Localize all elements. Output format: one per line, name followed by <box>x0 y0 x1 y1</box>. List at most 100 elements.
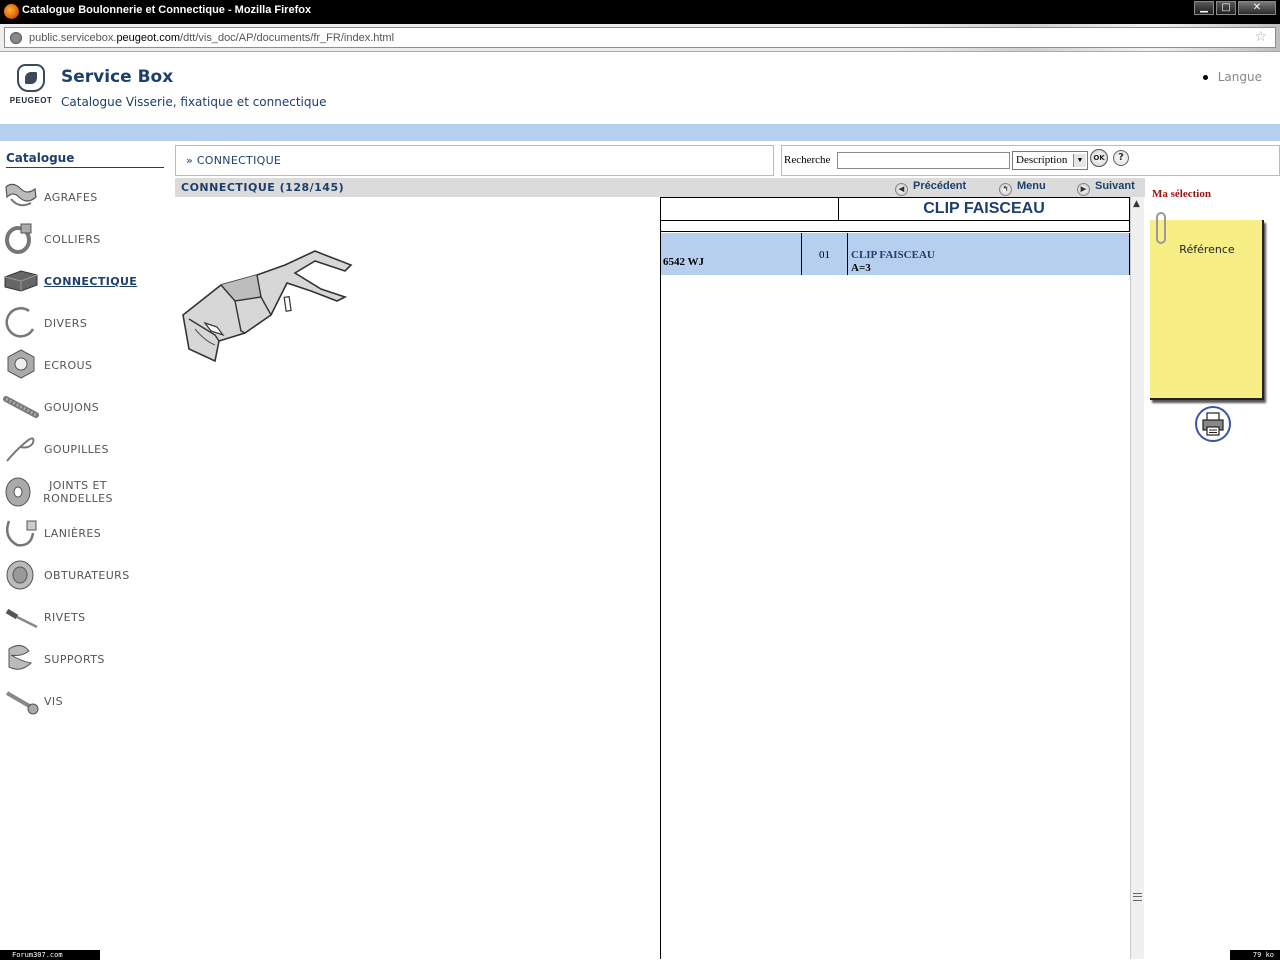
return-icon: ↰ <box>999 183 1012 196</box>
support-icon <box>8 645 33 670</box>
next-link[interactable]: ▶ Suivant <box>1077 180 1135 196</box>
sidebar-item-label: VIS <box>44 695 63 708</box>
url-prefix: public.servicebox. <box>29 32 117 44</box>
minimize-button[interactable]: ▁ <box>1194 1 1214 15</box>
previous-link[interactable]: ◀ Précédent <box>895 180 966 196</box>
window-title: Catalogue Boulonnerie et Connectique - M… <box>22 4 312 16</box>
sidebar-item-label: GOUPILLES <box>44 443 109 456</box>
app-subtitle: Catalogue Visserie, fixatique et connect… <box>61 95 327 109</box>
table-header: CLIP FAISCEAU <box>661 197 1130 221</box>
address-bar[interactable]: public.servicebox.peugeot.com/dtt/vis_do… <box>4 27 1276 48</box>
sidebar-item-label: ECROUS <box>44 359 93 372</box>
scroll-grip-icon[interactable] <box>1133 893 1142 901</box>
washer-icon <box>5 477 31 507</box>
sidebar-item-goupilles[interactable]: GOUPILLES <box>0 428 170 468</box>
ring-icon <box>5 307 35 338</box>
column-divider <box>847 233 848 275</box>
plug-icon <box>6 560 34 590</box>
sidebar-item-colliers[interactable]: COLLIERS <box>0 218 170 258</box>
sidebar-item-lanieres[interactable]: LANIÈRES <box>0 512 170 552</box>
part-description: CLIP FAISCEAU <box>851 249 935 261</box>
next-label: Suivant <box>1095 180 1135 192</box>
search-field-select[interactable]: Description ▼ <box>1012 151 1088 170</box>
brand-name: PEUGEOT <box>9 96 53 105</box>
search-ok-button[interactable]: OK <box>1090 149 1108 167</box>
nut-icon <box>7 349 35 379</box>
part-detail: A=3 <box>851 262 871 274</box>
connector-icon <box>4 270 38 292</box>
window-controls: ▁ □ ✕ <box>1194 1 1276 15</box>
sidebar-item-ecrous[interactable]: ECROUS <box>0 344 170 384</box>
parts-table: CLIP FAISCEAU 6542 WJ 01 CLIP FAISCEAU A… <box>660 197 1130 959</box>
hose-clamp-icon <box>5 223 32 254</box>
breadcrumb[interactable]: » CONNECTIQUE <box>186 154 281 167</box>
sidebar-item-joints-rondelles[interactable]: JOINTS ET RONDELLES <box>0 470 170 510</box>
part-index: 01 <box>819 249 830 261</box>
catalogue-sidebar: Catalogue AGRAFES COLLIERS CONNECTIQUE D… <box>0 141 170 951</box>
paperclip-icon <box>1156 212 1166 244</box>
sidebar-item-goujons[interactable]: GOUJONS <box>0 386 170 426</box>
print-button[interactable] <box>1195 406 1231 442</box>
pin-icon <box>6 437 35 462</box>
chevron-down-icon: ▼ <box>1073 154 1086 167</box>
help-button[interactable]: ? <box>1113 150 1129 166</box>
window-titlebar: Catalogue Boulonnerie et Connectique - M… <box>0 0 1280 24</box>
table-scrollbar[interactable]: ▲ <box>1130 197 1144 959</box>
selection-title: Ma sélection <box>1152 188 1211 200</box>
previous-label: Précédent <box>913 180 967 192</box>
arrow-right-icon: ▶ <box>1077 183 1090 196</box>
search-label: Recherche <box>784 154 831 166</box>
sidebar-item-rivets[interactable]: RIVETS <box>0 596 170 636</box>
search-input[interactable] <box>837 152 1010 169</box>
close-button[interactable]: ✕ <box>1238 1 1276 15</box>
sidebar-item-label: GOUJONS <box>44 401 100 414</box>
sidebar-item-agrafes[interactable]: AGRAFES <box>0 176 170 216</box>
part-image-panel <box>175 197 660 957</box>
table-spacer <box>661 221 1130 232</box>
part-reference[interactable]: 6542 WJ <box>663 256 704 268</box>
arrow-left-icon: ◀ <box>895 183 908 196</box>
selection-note-label: Référence <box>1179 243 1235 256</box>
app-title: Service Box <box>61 67 174 87</box>
language-link[interactable]: Langue <box>1202 70 1262 84</box>
breadcrumb-panel: » CONNECTIQUE <box>175 145 774 176</box>
maximize-button[interactable]: □ <box>1216 1 1236 15</box>
url-text[interactable]: public.servicebox.peugeot.com/dtt/vis_do… <box>29 32 394 44</box>
stud-icon <box>3 396 39 418</box>
peugeot-logo[interactable]: PEUGEOT <box>6 64 56 105</box>
bullet-icon <box>1202 75 1208 80</box>
part-image <box>182 250 353 363</box>
url-suffix: /dtt/vis_doc/AP/documents/fr_FR/index.ht… <box>180 32 395 44</box>
page-header: PEUGEOT Service Box Catalogue Visserie, … <box>0 52 1280 124</box>
site-identity-icon[interactable] <box>10 32 22 44</box>
part-description-cell: CLIP FAISCEAU A=3 <box>851 249 935 275</box>
language-label: Langue <box>1217 70 1262 84</box>
selection-note[interactable]: Référence <box>1150 220 1264 400</box>
sidebar-item-label: LANIÈRES <box>44 527 102 540</box>
status-left: Forum307.com <box>0 950 100 960</box>
sidebar-item-label: AGRAFES <box>44 191 98 204</box>
sidebar-item-connectique[interactable]: CONNECTIQUE <box>0 260 170 300</box>
table-header-blank <box>661 198 839 221</box>
sidebar-item-vis[interactable]: VIS <box>0 680 170 720</box>
search-select-value: Description <box>1016 154 1068 166</box>
rivet-icon <box>5 608 38 629</box>
column-divider <box>801 233 802 275</box>
firefox-icon <box>4 4 19 19</box>
sidebar-item-obturateurs[interactable]: OBTURATEURS <box>0 554 170 594</box>
table-row[interactable]: 6542 WJ 01 CLIP FAISCEAU A=3 <box>661 233 1130 275</box>
sidebar-item-label: CONNECTIQUE <box>44 275 138 288</box>
strap-icon <box>6 520 37 547</box>
bookmark-star-icon[interactable]: ☆ <box>1254 29 1267 45</box>
table-title: CLIP FAISCEAU <box>923 200 1045 217</box>
menu-link[interactable]: ↰ Menu <box>999 180 1046 196</box>
printer-icon <box>1202 412 1224 436</box>
sidebar-item-divers[interactable]: DIVERS <box>0 302 170 342</box>
sidebar-item-label: SUPPORTS <box>44 653 105 666</box>
sidebar-item-supports[interactable]: SUPPORTS <box>0 638 170 678</box>
sidebar-title: Catalogue <box>6 151 164 168</box>
scroll-up-icon[interactable]: ▲ <box>1133 199 1140 209</box>
clip-icon <box>5 183 37 207</box>
header-divider-band <box>0 124 1280 141</box>
screw-icon <box>5 691 39 715</box>
